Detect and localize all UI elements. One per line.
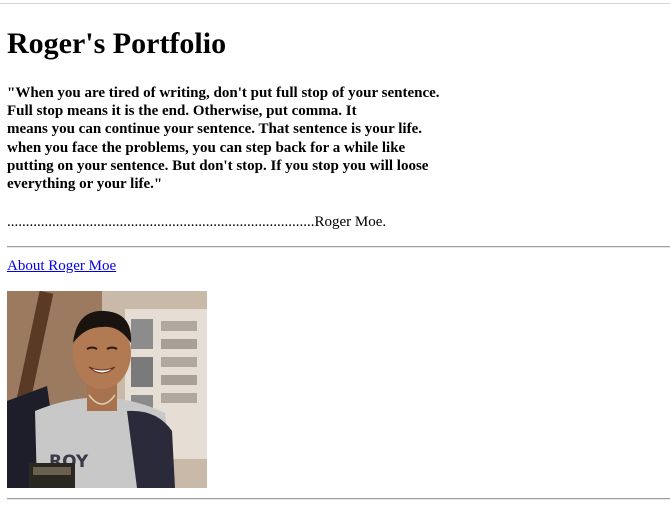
quote-line: when you face the problems, you can step… [7, 139, 406, 156]
bottom-divider [7, 498, 670, 500]
quote-line: putting on your sentence. But don't stop… [7, 157, 429, 174]
profile-photo: ROY [7, 291, 207, 488]
quote-line: means you can continue your sentence. Th… [7, 121, 422, 138]
quote-signature: ........................................… [7, 214, 387, 230]
browser-top-border [0, 3, 670, 4]
quote-line: Full stop means it is the end. Otherwise… [7, 103, 357, 120]
horizontal-divider [7, 246, 670, 248]
quote-text: "When you are tired of writing, don't pu… [7, 84, 487, 193]
about-roger-moe-link[interactable]: About Roger Moe [7, 257, 116, 275]
quote-line: "When you are tired of writing, don't pu… [7, 85, 440, 101]
page-title: Roger's Portfolio [7, 27, 227, 60]
quote-line: everything or your life." [7, 176, 163, 193]
